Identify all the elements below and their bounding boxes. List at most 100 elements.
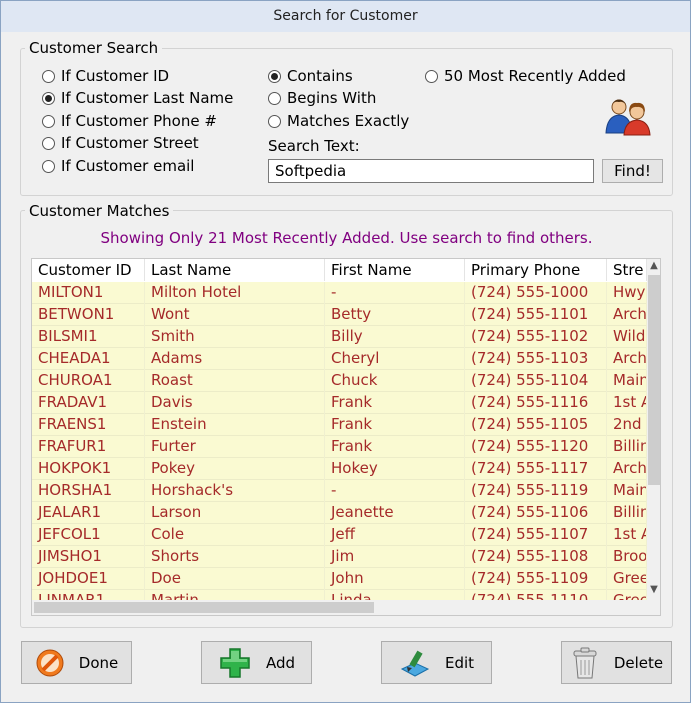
cell-street: Gree — [607, 590, 647, 600]
radio-dot[interactable] — [425, 69, 438, 83]
cell-customer-id: BILSMI1 — [32, 326, 145, 348]
cell-primary-phone: (724) 555-1109 — [465, 568, 607, 590]
column-header-first-name[interactable]: First Name — [325, 259, 465, 281]
cell-street: Arch — [607, 458, 647, 480]
cell-street: Wild — [607, 326, 647, 348]
radio-customer-phone[interactable]: If Customer Phone # — [42, 111, 217, 131]
radio-dot[interactable] — [42, 159, 55, 173]
cell-last-name: Davis — [145, 392, 325, 414]
scroll-down-arrow-icon[interactable]: ▼ — [647, 584, 660, 595]
no-entry-icon — [35, 648, 65, 678]
radio-customer-id[interactable]: If Customer ID — [42, 66, 169, 86]
cell-primary-phone: (724) 555-1000 — [465, 282, 607, 304]
cell-customer-id: JOHDOE1 — [32, 568, 145, 590]
radio-dot-selected[interactable] — [42, 91, 55, 105]
radio-begins-with[interactable]: Begins With — [268, 88, 376, 108]
cell-customer-id: HORSHA1 — [32, 480, 145, 502]
cell-first-name: Jeff — [325, 524, 465, 546]
radio-label: If Customer Last Name — [61, 89, 234, 107]
radio-dot[interactable] — [42, 136, 55, 150]
radio-label: If Customer email — [61, 157, 195, 175]
cell-street: Broo — [607, 546, 647, 568]
cell-last-name: Smith — [145, 326, 325, 348]
table-row[interactable]: CHUROA1 Roast Chuck (724) 555-1104 Main — [32, 370, 647, 392]
delete-label: Delete — [613, 653, 664, 672]
done-label: Done — [78, 653, 119, 672]
radio-matches-exactly[interactable]: Matches Exactly — [268, 111, 409, 131]
vertical-scrollbar[interactable]: ▲ ▼ — [647, 259, 660, 599]
table-row[interactable]: FRADAV1DavisFrank(724) 555-11161st A — [32, 392, 647, 414]
radio-label: Begins With — [287, 89, 377, 107]
table-row[interactable]: MILTON1 Milton Hotel - (724) 555-1000 Hwy — [32, 282, 647, 304]
cell-last-name: Shorts — [145, 546, 325, 568]
cell-customer-id: HOKPOK1 — [32, 458, 145, 480]
add-label: Add — [265, 653, 296, 672]
radio-dot[interactable] — [268, 91, 281, 105]
column-header-street[interactable]: Stre — [607, 259, 647, 281]
cell-first-name: Chuck — [325, 370, 465, 392]
cell-last-name: Larson — [145, 502, 325, 524]
horizontal-scrollbar[interactable] — [32, 600, 647, 615]
radio-label: 50 Most Recently Added — [444, 67, 626, 85]
radio-dot[interactable] — [268, 114, 281, 128]
table-row[interactable]: FRAFUR1 Furter Frank (724) 555-1120 Billin — [32, 436, 647, 458]
horizontal-scroll-thumb[interactable] — [34, 602, 374, 613]
cell-primary-phone: (724) 555-1116 — [465, 392, 607, 414]
find-button[interactable]: Find! — [602, 159, 663, 183]
table-row[interactable]: BETWON1 Wont Betty (724) 555-1101 Arch — [32, 304, 647, 326]
radio-dot[interactable] — [42, 69, 55, 83]
cell-street: Main — [607, 370, 647, 392]
scroll-up-arrow-icon[interactable]: ▲ — [647, 260, 660, 271]
cell-last-name: Pokey — [145, 458, 325, 480]
table-row[interactable]: CHEADA1 Adams Cheryl (724) 555-1103 Arch — [32, 348, 647, 370]
table-row[interactable]: HOKPOK1 Pokey Hokey (724) 555-1117 Arch — [32, 458, 647, 480]
cell-last-name: Martin — [145, 590, 325, 600]
radio-label: Contains — [287, 67, 353, 85]
radio-label: Matches Exactly — [287, 112, 410, 130]
delete-button[interactable]: Delete — [561, 641, 672, 684]
cell-first-name: Betty — [325, 304, 465, 326]
cell-customer-id: JEFCOL1 — [32, 524, 145, 546]
radio-customer-last-name[interactable]: If Customer Last Name — [42, 88, 233, 108]
column-header-customer-id[interactable]: Customer ID — [32, 259, 145, 281]
grid-body: MILTON1 Milton Hotel - (724) 555-1000 Hwy BET… — [32, 282, 647, 600]
customer-matches-grid[interactable]: Customer ID Last Name First Name Primary… — [31, 258, 661, 616]
radio-dot[interactable] — [42, 114, 55, 128]
column-header-primary-phone[interactable]: Primary Phone — [465, 259, 607, 281]
done-button[interactable]: Done — [21, 641, 132, 684]
cell-customer-id: CHEADA1 — [32, 348, 145, 370]
table-row[interactable]: JIMSHO1 Shorts Jim (724) 555-1108 Broo — [32, 546, 647, 568]
column-header-last-name[interactable]: Last Name — [145, 259, 325, 281]
cell-first-name: - — [325, 480, 465, 502]
search-text-input[interactable]: Softpedia — [268, 159, 594, 183]
table-row[interactable]: JOHDOE1 Doe John (724) 555-1109 Gree — [32, 568, 647, 590]
radio-contains[interactable]: Contains — [268, 66, 353, 86]
radio-label: If Customer Phone # — [61, 112, 217, 130]
table-row[interactable]: LINMAR1 Martin Linda (724) 555-1110 Gree — [32, 590, 647, 600]
cell-primary-phone: (724) 555-1104 — [465, 370, 607, 392]
cell-first-name: Linda — [325, 590, 465, 600]
cell-first-name: Jeanette — [325, 502, 465, 524]
table-row[interactable]: JEALAR1 Larson Jeanette (724) 555-1106 Billi… — [32, 502, 647, 524]
vertical-scroll-thumb[interactable] — [648, 275, 660, 485]
radio-customer-street[interactable]: If Customer Street — [42, 133, 199, 153]
cell-first-name: Frank — [325, 436, 465, 458]
radio-dot-selected[interactable] — [268, 69, 281, 83]
radio-label: If Customer Street — [61, 134, 199, 152]
table-row[interactable]: JEFCOL1ColeJeff(724) 555-11071st A — [32, 524, 647, 546]
edit-pencil-icon — [399, 647, 431, 679]
add-button[interactable]: Add — [201, 641, 312, 684]
radio-recently-added[interactable]: 50 Most Recently Added — [425, 66, 626, 86]
search-customer-window: Search for Customer Customer Search If C… — [0, 0, 691, 703]
cell-primary-phone: (724) 555-1101 — [465, 304, 607, 326]
edit-button[interactable]: Edit — [381, 641, 492, 684]
table-row[interactable]: BILSMI1 Smith Billy (724) 555-1102 Wild — [32, 326, 647, 348]
radio-customer-email[interactable]: If Customer email — [42, 156, 194, 176]
cell-street: 2nd — [607, 414, 647, 436]
cell-customer-id: FRAFUR1 — [32, 436, 145, 458]
cell-customer-id: BETWON1 — [32, 304, 145, 326]
table-row[interactable]: FRAENS1 Enstein Frank (724) 555-1105 2nd — [32, 414, 647, 436]
cell-primary-phone: (724) 555-1110 — [465, 590, 607, 600]
search-text-label: Search Text: — [268, 137, 360, 155]
table-row[interactable]: HORSHA1 Horshack's - (724) 555-1119 Main — [32, 480, 647, 502]
